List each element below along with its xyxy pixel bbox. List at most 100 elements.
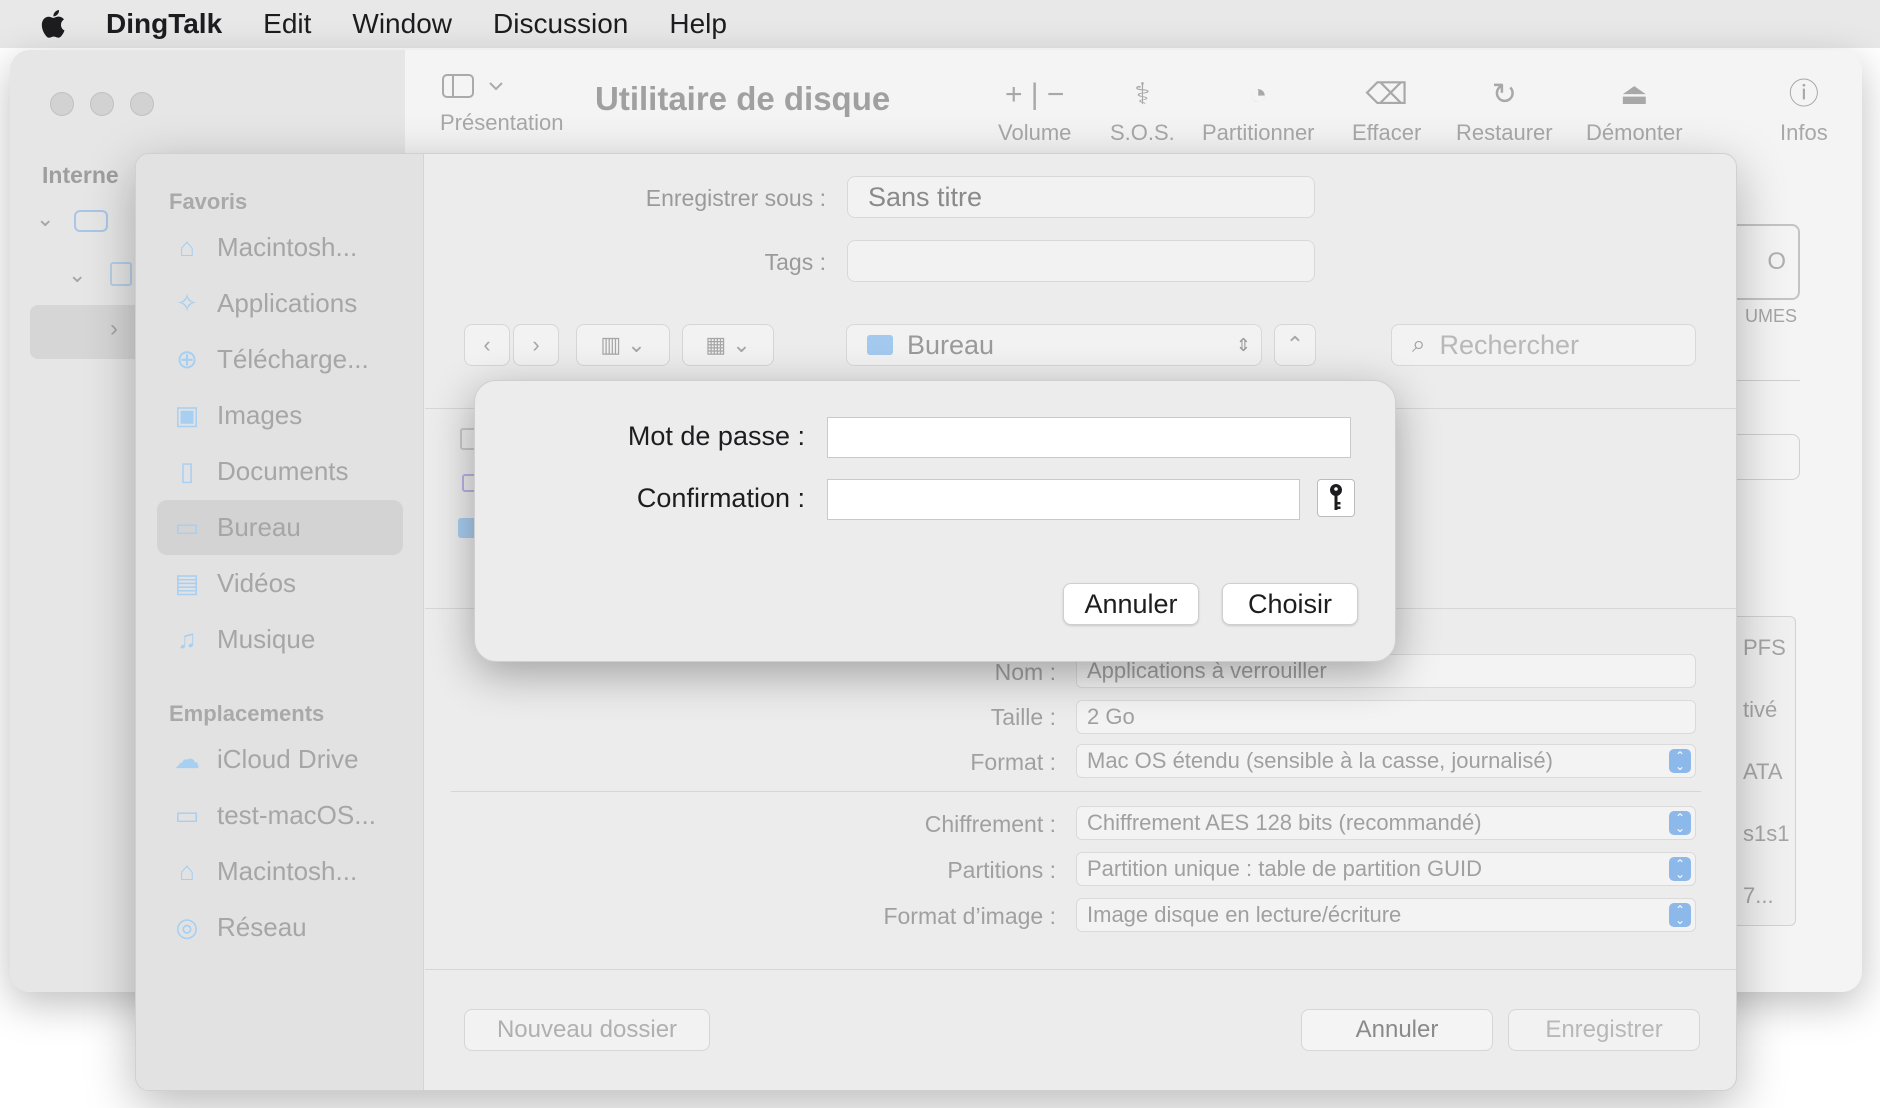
- password-field[interactable]: [827, 417, 1351, 458]
- encryption-popup[interactable]: Chiffrement AES 128 bits (recommandé) ⌃ ⌄: [1076, 806, 1696, 840]
- sidebar-item-applications[interactable]: ✧ Applications: [157, 276, 403, 331]
- image-format-label: Format d’image :: [883, 903, 1056, 929]
- erase-icon: ⌫: [1365, 78, 1408, 111]
- size-field[interactable]: 2 Go: [1076, 700, 1696, 734]
- group-button[interactable]: ▦ ⌄: [682, 324, 774, 366]
- save-as-field[interactable]: Sans titre: [847, 176, 1315, 218]
- erase-button[interactable]: ⌫ Effacer: [1352, 70, 1421, 146]
- toolbar-label: Volume: [998, 120, 1072, 145]
- info-icon: ⓘ: [1788, 78, 1819, 111]
- toolbar-label: Partitionner: [1202, 120, 1315, 145]
- disclosure-arrow-icon[interactable]: ›: [110, 315, 118, 343]
- divider: [425, 969, 1736, 970]
- sidebar-item-documents[interactable]: ▯ Documents: [157, 444, 403, 499]
- sidebar-item-images[interactable]: ▣ Images: [157, 388, 403, 443]
- choose-button[interactable]: Choisir: [1222, 583, 1358, 625]
- du-info-value: PFS: [1743, 635, 1786, 660]
- restore-button[interactable]: ↻ Restaurer: [1456, 70, 1553, 146]
- unmount-button[interactable]: ⏏ Démonter: [1586, 70, 1683, 146]
- search-field[interactable]: ⌕ Rechercher: [1391, 324, 1696, 366]
- volume-button[interactable]: + | − Volume: [998, 70, 1071, 146]
- partitions-label: Partitions :: [947, 857, 1056, 883]
- restore-icon: ↻: [1491, 78, 1517, 111]
- sidebar-item-macintosh-location[interactable]: ⌂ Macintosh...: [157, 844, 403, 899]
- sidebar-item-computer[interactable]: ▭ test-macOS...: [157, 788, 403, 843]
- sidebar-item-label: Applications: [217, 288, 358, 318]
- toolbar-label: S.O.S.: [1110, 120, 1175, 145]
- location-value: Bureau: [907, 329, 995, 360]
- sidebar-item-videos[interactable]: ▤ Vidéos: [157, 556, 403, 611]
- back-button[interactable]: ‹: [464, 324, 510, 366]
- du-info-value: ATA: [1743, 759, 1783, 784]
- encryption-label: Chiffrement :: [924, 811, 1056, 837]
- search-icon: ⌕: [1412, 331, 1426, 358]
- password-assistant-button[interactable]: [1317, 479, 1355, 517]
- confirm-field[interactable]: [827, 479, 1300, 520]
- image-format-popup[interactable]: Image disque en lecture/écriture ⌃ ⌄: [1076, 898, 1696, 932]
- forward-button[interactable]: ›: [513, 324, 559, 366]
- minimize-window-button[interactable]: [90, 92, 114, 116]
- location-popup[interactable]: Bureau ⇕: [846, 324, 1262, 366]
- disclosure-chevron-icon[interactable]: ⌄: [68, 262, 86, 288]
- sidebar-item-desktop[interactable]: ▭ Bureau: [157, 500, 403, 555]
- dialog-cancel-button[interactable]: Annuler: [1063, 583, 1199, 625]
- downloads-icon: ⊕: [176, 344, 198, 374]
- toolbar-label: Infos: [1780, 120, 1828, 145]
- plus-minus-icon: + | −: [1004, 78, 1065, 111]
- eject-icon: ⏏: [1620, 78, 1649, 111]
- toolbar-label: Démonter: [1586, 120, 1683, 145]
- info-button[interactable]: ⓘ Infos: [1780, 70, 1828, 146]
- chevron-right-icon: ›: [532, 332, 540, 357]
- drive-icon: ⌂: [179, 232, 195, 262]
- sidebar-item-label: Macintosh...: [217, 232, 358, 262]
- columns-icon: ▥ ⌄: [600, 332, 646, 357]
- du-info-value: s1s1: [1743, 821, 1790, 846]
- format-popup[interactable]: Mac OS étendu (sensible à la casse, jour…: [1076, 744, 1696, 778]
- disclosure-chevron-icon[interactable]: ⌄: [36, 206, 54, 232]
- partitions-value: Partition unique : table de partition GU…: [1087, 856, 1483, 881]
- password-label: Mot de passe :: [627, 421, 805, 451]
- view-columns-button[interactable]: ▥ ⌄: [576, 324, 670, 366]
- apple-menu-icon[interactable]: [0, 8, 104, 40]
- sidebar-item-icloud[interactable]: ☁ iCloud Drive: [157, 732, 403, 787]
- sidebar-item-label: Macintosh...: [217, 856, 358, 886]
- expand-button[interactable]: ⌃: [1274, 324, 1316, 366]
- desktop-icon: ▭: [174, 512, 200, 542]
- zoom-window-button[interactable]: [130, 92, 154, 116]
- tags-field[interactable]: [847, 240, 1315, 282]
- search-placeholder: Rechercher: [1439, 329, 1580, 360]
- sidebar-item-network[interactable]: ◎ Réseau: [157, 900, 403, 955]
- du-partial-volumes: UMES: [1745, 306, 1798, 326]
- presentation-label: Présentation: [440, 110, 564, 135]
- password-dialog: Mot de passe : Confirmation : Annuler Ch…: [474, 380, 1396, 662]
- du-info-value: 7...: [1743, 883, 1774, 908]
- menu-help[interactable]: Help: [669, 8, 727, 40]
- format-value: Mac OS étendu (sensible à la casse, jour…: [1087, 748, 1553, 773]
- popup-arrows-icon: ⌃ ⌄: [1669, 857, 1691, 881]
- sidebar-item-label: Vidéos: [217, 568, 297, 598]
- toolbar-label: Effacer: [1352, 120, 1422, 145]
- sidebar-item-label: Musique: [217, 624, 316, 654]
- menu-window[interactable]: Window: [352, 8, 452, 40]
- first-aid-button[interactable]: ⚕ S.O.S.: [1110, 70, 1175, 146]
- menu-edit[interactable]: Edit: [263, 8, 311, 40]
- sidebar-toggle-icon[interactable]: [442, 72, 510, 105]
- sidebar-item-downloads[interactable]: ⊕ Télécharge...: [157, 332, 403, 387]
- menu-discussion[interactable]: Discussion: [493, 8, 628, 40]
- save-as-label: Enregistrer sous :: [645, 185, 826, 211]
- up-down-arrows-icon: ⇕: [1235, 334, 1251, 355]
- partition-button[interactable]: ◔ Partitionner: [1202, 70, 1315, 146]
- chevron-up-icon: ⌃: [1285, 332, 1305, 357]
- sidebar-item-macintosh[interactable]: ⌂ Macintosh...: [157, 220, 403, 275]
- save-button[interactable]: Enregistrer: [1508, 1009, 1700, 1051]
- new-folder-button[interactable]: Nouveau dossier: [464, 1009, 710, 1051]
- sidebar-item-music[interactable]: ♫ Musique: [157, 612, 403, 667]
- partitions-popup[interactable]: Partition unique : table de partition GU…: [1076, 852, 1696, 886]
- menu-app-name[interactable]: DingTalk: [106, 8, 222, 40]
- confirm-label: Confirmation :: [636, 483, 805, 513]
- sidebar-item-label: Réseau: [217, 912, 307, 942]
- sidebar-item-label: test-macOS...: [217, 800, 376, 830]
- sidebar-item-label: Télécharge...: [217, 344, 369, 374]
- close-window-button[interactable]: [50, 92, 74, 116]
- cancel-button[interactable]: Annuler: [1301, 1009, 1493, 1051]
